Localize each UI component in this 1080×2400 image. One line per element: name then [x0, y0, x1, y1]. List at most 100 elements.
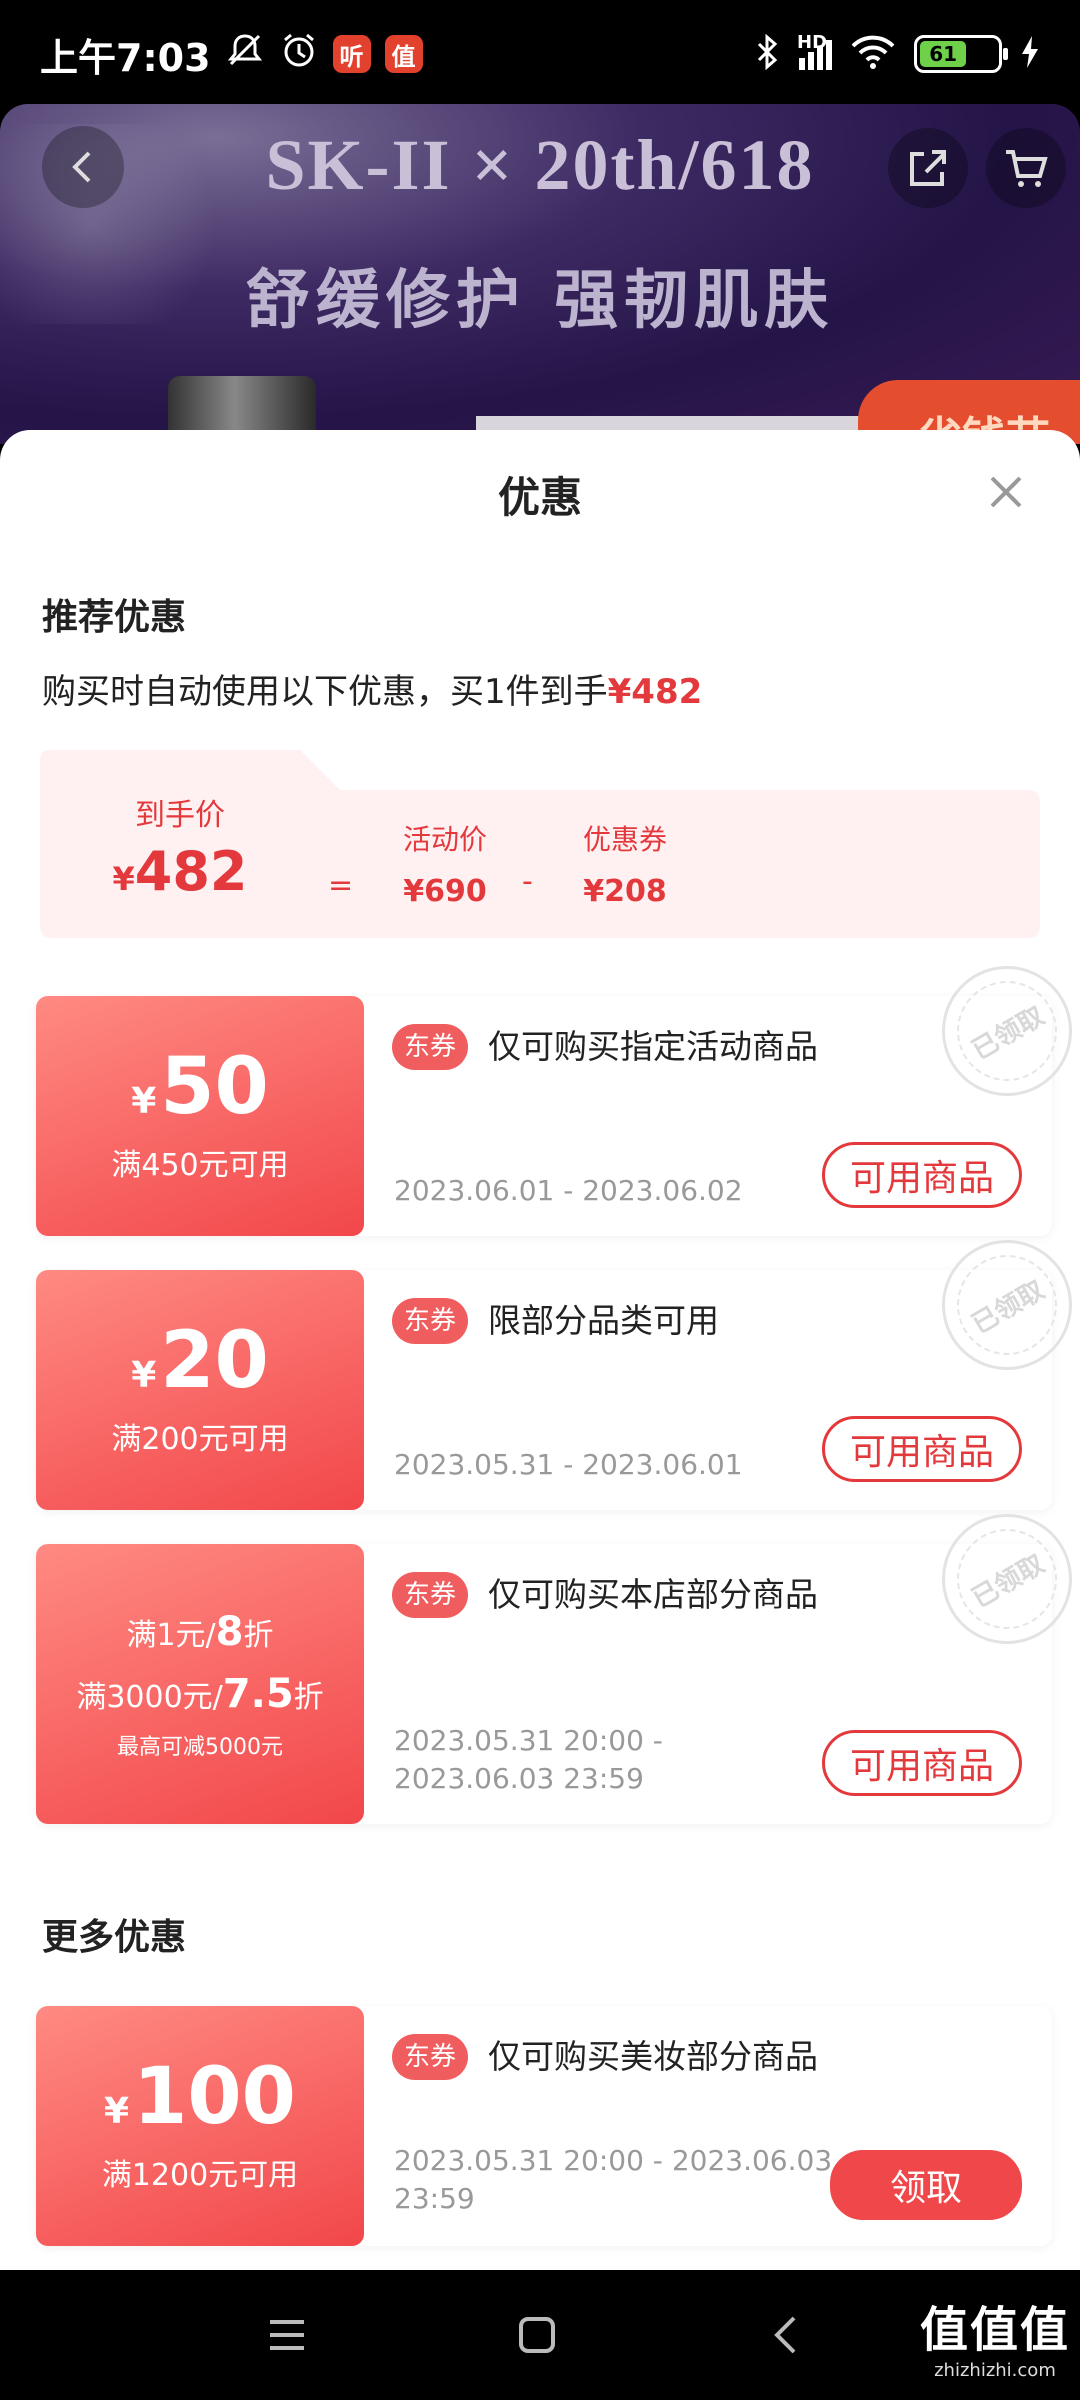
coupon-tag: 东券 — [392, 1024, 469, 1070]
signal-icon: HD — [797, 32, 832, 70]
coupon-price-cell: 优惠券 ¥208 — [560, 818, 690, 909]
coupon-date-line-1: 2023.05.31 20:00 - 2023.06.03 — [394, 2144, 833, 2177]
coupon-value-panel: 满1元/8折 满3000元/7.5折 最高可减5000元 — [36, 1544, 364, 1824]
navigation-bar — [0, 2270, 1080, 2400]
menu-icon — [270, 2320, 304, 2350]
coupon-date-line-1: 2023.05.31 20:00 - — [394, 1724, 663, 1757]
cart-button[interactable] — [986, 128, 1066, 208]
coupon-price-label: 优惠券 — [582, 823, 667, 856]
coupon-value-panel: ¥50 满450元可用 — [36, 996, 364, 1236]
charging-icon — [1020, 34, 1040, 74]
home-button[interactable] — [512, 2310, 562, 2360]
coupon-info: 已领取 东券 仅可购买本店部分商品 2023.05.31 20:00 - 202… — [364, 1495, 1080, 1824]
recommended-section-title: 推荐优惠 — [42, 597, 187, 638]
bluetooth-icon — [755, 32, 781, 76]
watermark-url: zhizhizhi.com — [934, 2360, 1056, 2381]
final-price-currency: ¥ — [112, 860, 135, 898]
coupon-amount: ¥50 — [131, 1048, 269, 1126]
coupon-amount-value: 20 — [160, 1316, 269, 1406]
coupon-amount: ¥20 — [131, 1322, 269, 1400]
summary-text: 购买时自动使用以下优惠，买1件到手¥482 — [42, 664, 702, 713]
coupon-date: 2023.05.31 20:00 - 2023.06.03 23:59 — [394, 1722, 663, 1798]
activity-price-cell: 活动价 ¥690 — [380, 818, 510, 909]
share-icon — [910, 150, 946, 186]
zhi-app-icon: 值 — [384, 35, 423, 73]
claimed-stamp-text: 已领取 — [966, 1000, 1050, 1066]
coupon-amount-value: 50 — [160, 1042, 269, 1132]
coupon-currency: ¥ — [131, 1355, 157, 1396]
discount-line-2-value: 7.5 — [222, 1671, 294, 1717]
coupon-currency: ¥ — [104, 2091, 130, 2132]
final-price-value: 482 — [134, 840, 248, 903]
claimed-stamp-text: 已领取 — [966, 1548, 1050, 1614]
coupon-discount-line-2: 满3000元/7.5折 — [76, 1669, 323, 1719]
discount-line-1-prefix: 满1元/ — [126, 1618, 216, 1653]
discount-sheet: 优惠 推荐优惠 购买时自动使用以下优惠，买1件到手¥482 到手价 ¥482 =… — [0, 430, 1080, 2270]
coupon-info: 已领取 东券 仅可购买指定活动商品 2023.06.01 - 2023.06.0… — [364, 947, 1080, 1236]
share-button[interactable] — [888, 128, 968, 208]
sheet-title: 优惠 — [497, 473, 582, 522]
equals-sign: = — [328, 868, 354, 903]
claimed-stamp-icon: 已领取 — [923, 1221, 1080, 1389]
home-icon — [519, 2317, 555, 2353]
coupon-card: ¥100 满1200元可用 东券 仅可购买美妆部分商品 2023.05.31 2… — [36, 2006, 1052, 2246]
coupon-discount-line-1: 满1元/8折 — [126, 1607, 273, 1657]
claimed-stamp-icon: 已领取 — [923, 947, 1080, 1115]
coupon-info: 东券 仅可购买美妆部分商品 2023.05.31 20:00 - 2023.06… — [364, 2006, 1052, 2246]
claim-button[interactable]: 领取 — [830, 2150, 1022, 2220]
listen-app-icon: 听 — [332, 35, 371, 73]
coupon-info: 已领取 东券 限部分品类可用 2023.05.31 - 2023.06.01 可… — [364, 1221, 1080, 1510]
coupon-price-value: ¥208 — [583, 874, 667, 909]
coupon-amount: ¥100 — [104, 2058, 296, 2136]
available-products-button[interactable]: 可用商品 — [822, 1416, 1022, 1482]
coupon-date-line-2: 2023.06.03 23:59 — [394, 1761, 644, 1795]
coupon-card: 满1元/8折 满3000元/7.5折 最高可减5000元 已领取 东券 仅可购买… — [36, 1495, 1080, 1824]
status-bar: 上午7:03 听 值 HD 61 — [0, 0, 1080, 108]
coupon-condition: 满450元可用 — [111, 1148, 289, 1183]
wifi-icon — [850, 34, 896, 74]
coupon-card: ¥20 满200元可用 已领取 东券 限部分品类可用 2023.05.31 - … — [36, 1221, 1080, 1510]
coupon-description: 限部分品类可用 — [488, 1301, 719, 1340]
watermark-logo: 值值值 zhizhizhi.com — [920, 2290, 1070, 2381]
battery-level: 61 — [920, 41, 967, 67]
final-price-cell: 到手价 ¥482 — [90, 790, 270, 903]
nav-back-icon — [774, 2316, 796, 2354]
coupon-value-panel: ¥20 满200元可用 — [36, 1270, 364, 1510]
discount-line-1-suffix: 折 — [243, 1618, 274, 1653]
coupon-tag: 东券 — [392, 1298, 469, 1344]
status-left: 上午7:03 听 值 — [40, 27, 423, 82]
coupon-tag: 东券 — [392, 2034, 469, 2080]
summary-price: ¥482 — [607, 672, 703, 712]
claimed-stamp-icon: 已领取 — [923, 1495, 1080, 1663]
coupon-currency: ¥ — [131, 1081, 157, 1122]
back-button[interactable] — [42, 126, 124, 208]
coupon-description: 仅可购买美妆部分商品 — [488, 2037, 818, 2076]
coupon-date: 2023.05.31 20:00 - 2023.06.03 23:59 — [394, 2142, 832, 2218]
final-price: ¥482 — [90, 840, 270, 903]
activity-price-label: 活动价 — [402, 823, 487, 856]
coupon-description: 仅可购买指定活动商品 — [488, 1027, 818, 1066]
coupon-card: ¥50 满450元可用 已领取 东券 仅可购买指定活动商品 2023.06.01… — [36, 947, 1080, 1236]
coupon-max-discount: 最高可减5000元 — [117, 1735, 283, 1760]
menu-button[interactable] — [262, 2310, 312, 2360]
more-section-title: 更多优惠 — [42, 1917, 187, 1958]
coupon-date: 2023.05.31 - 2023.06.01 — [394, 1448, 743, 1481]
coupon-description: 仅可购买本店部分商品 — [488, 1575, 818, 1614]
discount-line-1-value: 8 — [215, 1609, 244, 1655]
banner-slogan: 舒缓修护 强韧肌肤 — [245, 264, 835, 338]
available-products-button[interactable]: 可用商品 — [822, 1730, 1022, 1796]
network-label: HD — [797, 32, 828, 53]
close-button[interactable] — [986, 472, 1026, 512]
product-banner: SK-II × 20th/618 舒缓修护 强韧肌肤 省钱节 — [0, 104, 1080, 444]
battery-icon: 61 — [914, 35, 1008, 73]
back-icon — [72, 151, 91, 183]
nav-back-button[interactable] — [762, 2310, 812, 2360]
coupon-date-line-2: 23:59 — [394, 2181, 475, 2215]
coupon-value-panel: ¥100 满1200元可用 — [36, 2006, 364, 2246]
coupon-condition: 满200元可用 — [111, 1422, 289, 1457]
coupon-tag: 东券 — [392, 1572, 469, 1618]
available-products-button[interactable]: 可用商品 — [822, 1142, 1022, 1208]
coupon-date: 2023.06.01 - 2023.06.02 — [394, 1174, 743, 1207]
minus-sign: - — [522, 864, 533, 899]
summary-prefix: 购买时自动使用以下优惠，买1件到手 — [42, 672, 608, 712]
